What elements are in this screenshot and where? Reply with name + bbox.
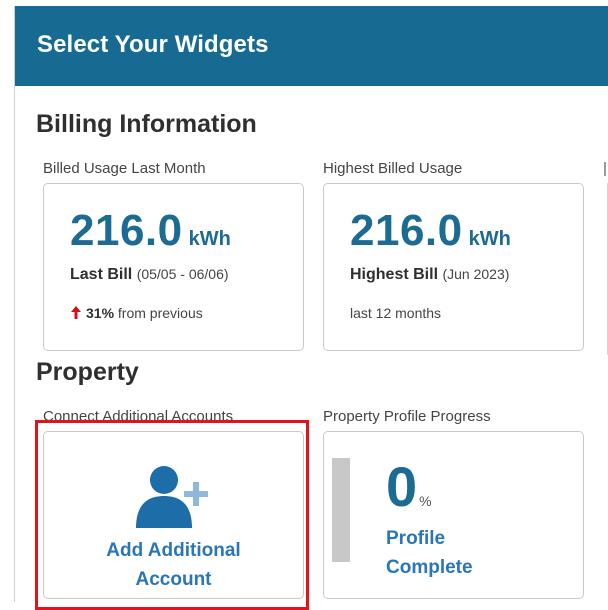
widget-label-billed-usage: Billed Usage Last Month (43, 160, 206, 177)
profile-complete-label: Profile Complete (386, 528, 473, 578)
widget-label-highest-usage: Highest Billed Usage (323, 160, 463, 177)
highest-bill-line: Highest Bill (Jun 2023) (350, 266, 510, 283)
page-title: Select Your Widgets (37, 31, 269, 58)
usage-change-line: 31% from previous (70, 305, 203, 323)
profile-progress-widget[interactable]: 0% Profile Complete (323, 431, 584, 599)
profile-progress-bar (332, 458, 350, 562)
usage-value: 216.0 kWh (70, 206, 231, 255)
highest-usage-value: 216.0 kWh (350, 206, 511, 255)
profile-percent-value: 0% (386, 455, 432, 518)
widget-label-profile-progress: Property Profile Progress (323, 408, 491, 425)
selection-highlight (35, 420, 309, 610)
arrow-up-icon (70, 305, 82, 323)
next-widget-label-edge (604, 162, 606, 176)
billed-usage-widget[interactable]: 216.0 kWh Last Bill (05/05 - 06/06) 31% f… (43, 183, 304, 351)
highest-usage-widget[interactable]: 216.0 kWh Highest Bill (Jun 2023) last 12… (323, 183, 584, 351)
property-section-title: Property (36, 358, 139, 386)
highest-usage-period: last 12 months (350, 305, 442, 321)
header-bar: Select Your Widgets (15, 6, 608, 86)
last-bill-line: Last Bill (05/05 - 06/06) (70, 266, 229, 283)
billing-section-title: Billing Information (36, 110, 257, 138)
